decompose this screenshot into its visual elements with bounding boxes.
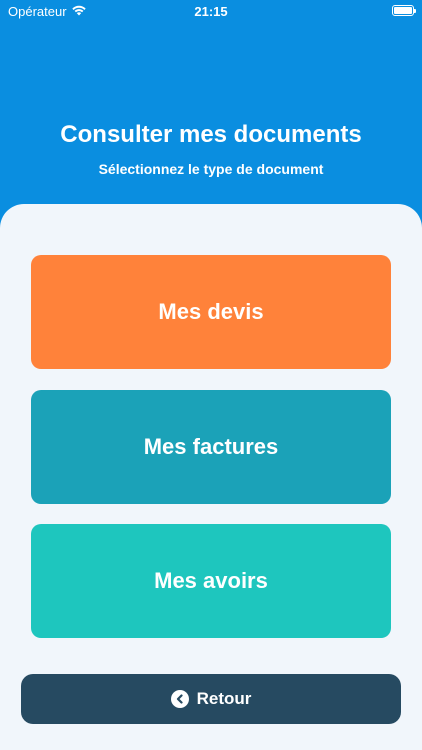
mes-factures-button[interactable]: Mes factures [31,390,391,504]
chevron-left-circle-icon [170,690,189,708]
page-subtitle: Sélectionnez le type de document [98,161,324,177]
battery-icon [392,5,416,16]
mes-avoirs-button[interactable]: Mes avoirs [31,524,391,638]
back-button[interactable]: Retour [21,674,401,724]
status-bar: Opérateur 21:15 [0,0,422,24]
header: Opérateur 21:15 Consulter mes documents … [0,0,422,230]
mes-devis-button[interactable]: Mes devis [31,255,391,369]
back-button-label: Retour [196,689,252,708]
status-time: 21:15 [194,4,228,19]
page-title: Consulter mes documents [60,121,362,148]
